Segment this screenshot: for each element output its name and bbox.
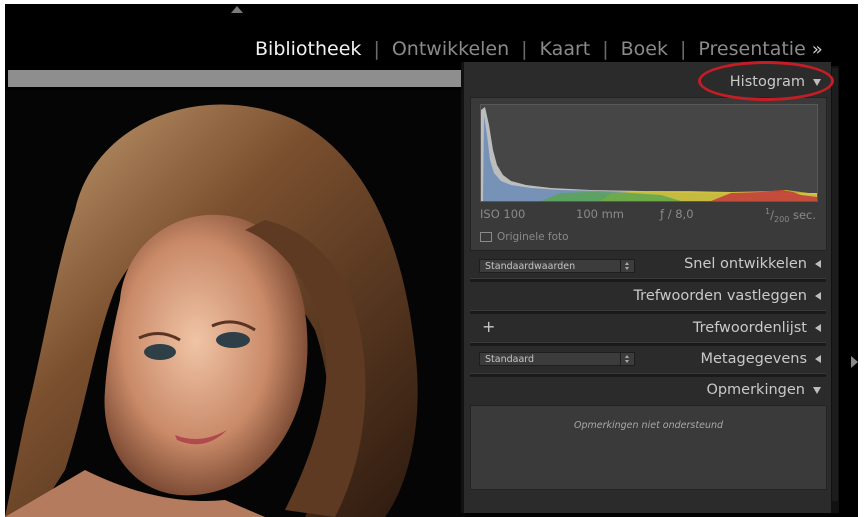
panel-divider: [470, 278, 826, 282]
original-photo-label: Originele foto: [497, 231, 569, 243]
comments-placeholder: Opmerkingen niet ondersteund: [573, 420, 724, 431]
module-map[interactable]: Kaart: [540, 38, 591, 60]
module-develop[interactable]: Ontwikkelen: [392, 38, 509, 60]
right-panel: Histogram ISO 100 100 mm ƒ / 8,0 1/200 s…: [461, 62, 831, 513]
filmstrip-bar: [8, 70, 463, 87]
expand-right-panel-icon[interactable]: [851, 356, 858, 368]
expand-quick-develop-icon[interactable]: [815, 260, 821, 268]
module-slideshow[interactable]: Presentatie: [698, 38, 805, 60]
keyword-list-title: Trefwoordenlijst: [692, 320, 807, 336]
add-keyword-icon[interactable]: +: [482, 317, 495, 336]
portrait-photo[interactable]: [5, 90, 466, 517]
histogram-graph: [480, 104, 818, 202]
metadata-preset-value: Standaard: [485, 354, 535, 365]
original-photo-checkbox[interactable]: [480, 232, 492, 242]
histogram-panel: ISO 100 100 mm ƒ / 8,0 1/200 sec. Origin…: [470, 97, 827, 251]
panel-divider: [470, 310, 826, 314]
panel-scrollbar[interactable]: [831, 66, 839, 513]
comments-title: Opmerkingen: [706, 382, 805, 398]
quick-develop-preset-select[interactable]: Standaardwaarden: [479, 259, 635, 273]
metadata-title: Metagegevens: [700, 351, 808, 367]
scrollbar-thumb[interactable]: [832, 68, 838, 501]
metadata-preset-select[interactable]: Standaard: [479, 352, 635, 366]
keyword-list-header[interactable]: Trefwoordenlijst: [693, 320, 821, 336]
module-separator: |: [602, 38, 609, 60]
expand-keywording-icon[interactable]: [815, 292, 821, 300]
comments-box: Opmerkingen niet ondersteund: [470, 405, 827, 490]
quick-develop-title: Snel ontwikkelen: [684, 256, 807, 272]
select-stepper-icon: [620, 260, 634, 272]
module-picker: Bibliotheek | Ontwikkelen | Kaart | Boek…: [255, 34, 823, 64]
aperture: ƒ / 8,0: [660, 207, 694, 221]
quick-develop-header[interactable]: Snel ontwikkelen: [684, 256, 821, 272]
module-separator: |: [680, 38, 687, 60]
collapse-comments-icon[interactable]: [813, 386, 821, 394]
module-separator: |: [373, 38, 380, 60]
collapse-top-panel-icon[interactable]: [231, 6, 243, 13]
module-library[interactable]: Bibliotheek: [255, 38, 361, 60]
metadata-header[interactable]: Metagegevens: [700, 351, 821, 367]
keywording-title: Trefwoorden vastleggen: [633, 288, 807, 304]
module-book[interactable]: Boek: [621, 38, 668, 60]
quick-develop-preset-value: Standaardwaarden: [485, 261, 576, 272]
module-separator: |: [521, 38, 528, 60]
comments-header[interactable]: Opmerkingen: [706, 382, 821, 398]
panel-divider: [470, 342, 826, 346]
more-modules-icon[interactable]: »: [812, 39, 823, 60]
expand-metadata-icon[interactable]: [815, 355, 821, 363]
focal-length: 100 mm: [576, 207, 625, 221]
original-photo-toggle[interactable]: Originele foto: [480, 231, 569, 243]
expand-keyword-list-icon[interactable]: [815, 324, 821, 332]
panel-divider: [470, 373, 826, 377]
shutter-speed: 1/200 sec.: [765, 207, 816, 225]
iso-value: ISO 100: [480, 207, 526, 221]
keywording-header[interactable]: Trefwoorden vastleggen: [633, 288, 821, 304]
photo-preview-area: [5, 66, 466, 517]
select-stepper-icon: [620, 353, 634, 365]
histogram-highlight-circle: [698, 61, 834, 101]
